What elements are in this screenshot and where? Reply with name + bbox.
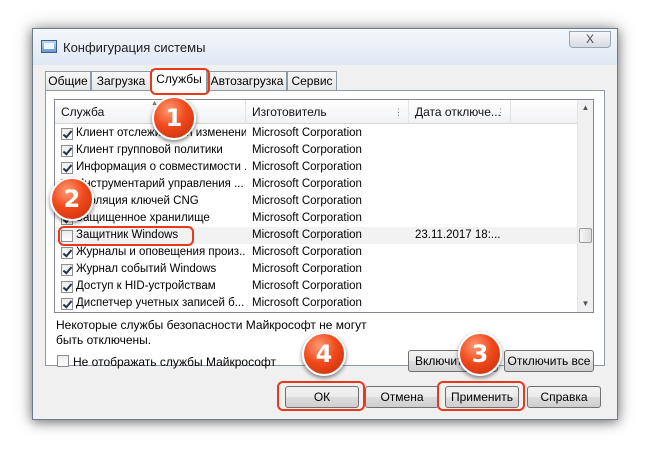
service-checkbox[interactable]	[61, 162, 73, 174]
service-row[interactable]: Информация о совместимости ... Microsoft …	[55, 159, 579, 176]
tab-startup[interactable]: Автозагрузка	[207, 71, 287, 91]
service-checkbox[interactable]	[61, 128, 73, 140]
scroll-up-arrow-icon[interactable]: ▲	[578, 100, 593, 116]
service-checkbox[interactable]	[61, 281, 73, 293]
service-checkbox[interactable]	[61, 145, 73, 157]
service-row[interactable]: Журналы и оповещения произ... Microsoft C…	[55, 244, 579, 261]
service-rows: Клиент отслеживания изменени...Microsoft…	[55, 125, 579, 312]
tab-boot[interactable]: Загрузка	[91, 71, 151, 91]
service-date	[415, 295, 565, 312]
service-row[interactable]: Изоляция ключей CNG Microsoft Corporation	[55, 193, 579, 210]
service-vendor: Microsoft Corporation	[252, 161, 362, 173]
service-vendor: Microsoft Corporation	[252, 297, 362, 309]
service-name: Информация о совместимости ...	[76, 161, 246, 173]
service-name: Диспетчер учетных записей б...	[76, 297, 245, 309]
service-row[interactable]: Клиент групповой политики Microsoft Corpo…	[55, 142, 579, 159]
service-checkbox[interactable]	[61, 298, 73, 310]
services-list: Служба ▲ Изготовитель ⋮ Дата отключе... …	[54, 99, 594, 313]
service-row[interactable]: Журнал событий Windows Microsoft Corporat…	[55, 261, 579, 278]
service-name: Журнал событий Windows	[76, 263, 217, 275]
highlight-defender-row	[58, 226, 194, 246]
service-row[interactable]: Доступ к HID-устройствам Microsoft Corpor…	[55, 278, 579, 295]
callout-step-4: 4	[302, 332, 346, 376]
service-row[interactable]: Диспетчер учетных записей б... Microsoft …	[55, 295, 579, 312]
column-header-vendor[interactable]: Изготовитель ⋮	[246, 100, 409, 124]
disable-all-button[interactable]: Отключить все	[504, 350, 594, 372]
service-vendor: Microsoft Corporation	[252, 195, 362, 207]
vertical-scrollbar[interactable]: ▲ ▼	[577, 100, 593, 312]
column-header-date[interactable]: Дата отключе... ⋮	[409, 100, 511, 124]
service-vendor: Microsoft Corporation	[252, 229, 362, 241]
service-date	[415, 142, 565, 159]
service-name: Журналы и оповещения произ...	[76, 246, 246, 258]
close-button[interactable]: X	[569, 31, 611, 48]
tab-tools[interactable]: Сервис	[287, 71, 337, 91]
service-date	[415, 244, 565, 261]
service-date	[415, 210, 565, 227]
tab-general[interactable]: Общие	[45, 71, 91, 91]
service-date: 23.11.2017 18:...	[415, 229, 501, 241]
service-checkbox[interactable]	[61, 247, 73, 259]
title-bar: Конфигурация системы X	[33, 29, 617, 65]
cancel-button[interactable]: Отмена	[365, 386, 439, 408]
service-date	[415, 159, 565, 176]
column-date-label: Дата отключе...	[415, 105, 501, 119]
window-title: Конфигурация системы	[63, 40, 206, 55]
highlight-services-tab	[150, 68, 210, 95]
service-row[interactable]: Инструментарий управления ... Microsoft C…	[55, 176, 579, 193]
service-date	[415, 176, 565, 193]
service-checkbox[interactable]	[61, 264, 73, 276]
service-row[interactable]: Защищенное хранилище Microsoft Corporatio…	[55, 210, 579, 227]
list-header: Служба ▲ Изготовитель ⋮ Дата отключе... …	[55, 100, 579, 124]
service-vendor: Microsoft Corporation	[252, 246, 362, 258]
service-name: Доступ к HID-устройствам	[76, 280, 216, 292]
service-name: Защищенное хранилище	[76, 212, 210, 224]
column-service-label: Служба	[61, 105, 105, 119]
callout-step-1: 1	[152, 96, 196, 140]
service-name: Инструментарий управления ...	[76, 178, 244, 190]
column-header-service[interactable]: Служба ▲	[55, 100, 246, 124]
service-name: Изоляция ключей CNG	[76, 195, 199, 207]
column-resize-grip-icon: ⋮	[496, 107, 505, 117]
callout-step-2: 2	[50, 177, 94, 221]
hide-ms-services-label: Не отображать службы Майкрософт	[73, 355, 277, 369]
service-vendor: Microsoft Corporation	[252, 212, 362, 224]
service-vendor: Microsoft Corporation	[252, 178, 362, 190]
service-date	[415, 125, 565, 142]
highlight-ok-button	[277, 381, 365, 411]
callout-step-3: 3	[458, 332, 502, 376]
service-name: Клиент групповой политики	[76, 144, 223, 156]
msconfig-app-icon	[41, 40, 57, 53]
service-date	[415, 278, 565, 295]
service-vendor: Microsoft Corporation	[252, 263, 362, 275]
service-date	[415, 193, 565, 210]
scrollbar-thumb[interactable]	[579, 228, 592, 243]
scroll-down-arrow-icon[interactable]: ▼	[578, 296, 593, 312]
hide-ms-services-checkbox[interactable]	[57, 355, 69, 367]
column-vendor-label: Изготовитель	[252, 105, 327, 119]
highlight-apply-button	[437, 381, 525, 411]
service-vendor: Microsoft Corporation	[252, 127, 362, 139]
help-button[interactable]: Справка	[527, 386, 601, 408]
column-resize-grip-icon: ⋮	[394, 107, 403, 117]
service-row[interactable]: Клиент отслеживания изменени...Microsoft…	[55, 125, 579, 142]
service-date	[415, 261, 565, 278]
service-vendor: Microsoft Corporation	[252, 144, 362, 156]
service-vendor: Microsoft Corporation	[252, 280, 362, 292]
